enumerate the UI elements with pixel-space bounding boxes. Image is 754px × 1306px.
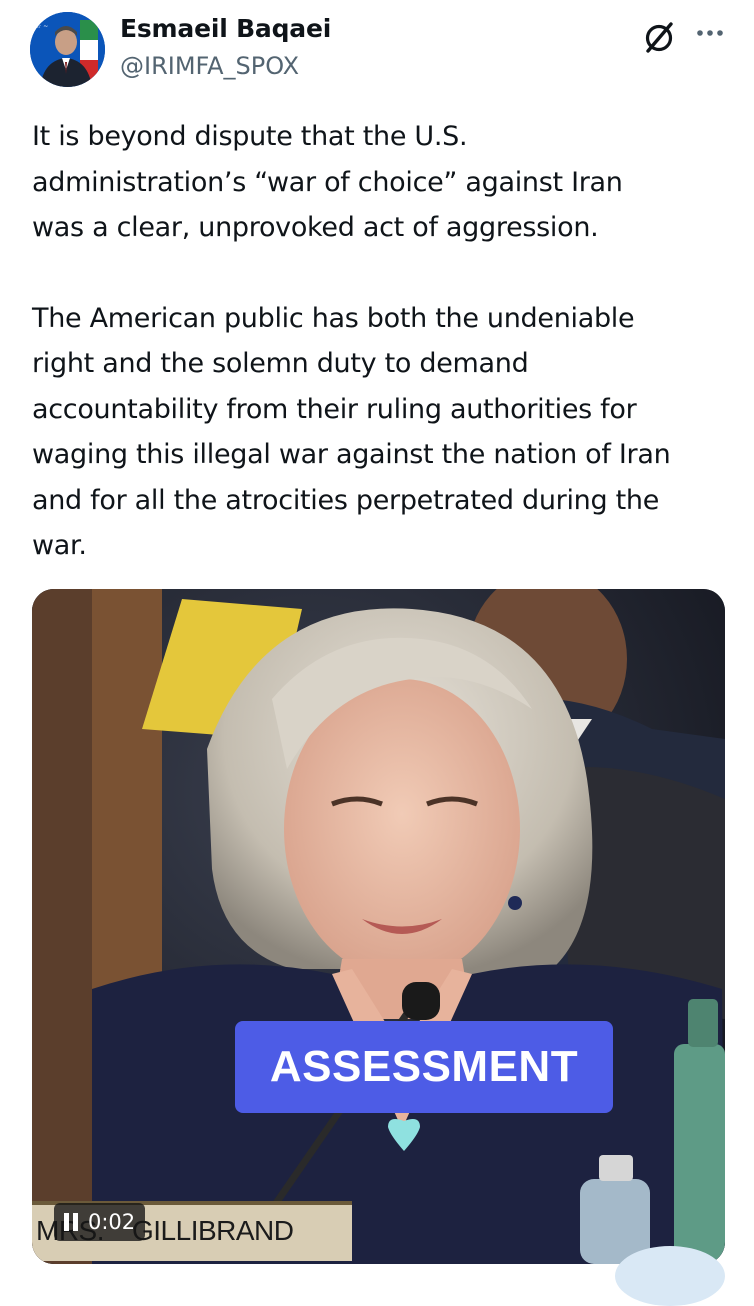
tweet-paragraph-1: It is beyond dispute that the U.S. admin…: [32, 121, 623, 243]
tweet-paragraph-2: The American public has both the undenia…: [32, 302, 671, 562]
nameplate-name: GILLIBRAND: [132, 1215, 294, 1246]
video-player[interactable]: ASSESSMENT MRS. GILLIBRAND 0:02: [32, 589, 725, 1264]
avatar-portrait-icon: ☆ ~: [30, 12, 105, 87]
video-time-label: 0:02: [88, 1210, 136, 1234]
tweet-body: It is beyond dispute that the U.S. admin…: [32, 114, 722, 569]
video-timestamp[interactable]: 0:02: [54, 1203, 146, 1241]
slashed-circle-icon[interactable]: [642, 20, 676, 54]
author-avatar[interactable]: ☆ ~: [30, 12, 105, 87]
floating-action-shadow: [615, 1246, 725, 1306]
video-caption: ASSESSMENT: [235, 1021, 613, 1113]
author-handle[interactable]: @IRIMFA_SPOX: [120, 52, 299, 80]
tweet-header: ☆ ~ Esmaeil Baqaei @IRIMFA_SPOX: [30, 10, 724, 90]
pause-icon[interactable]: [64, 1213, 80, 1231]
author-name[interactable]: Esmaeil Baqaei: [120, 14, 331, 43]
video-frame: [32, 589, 725, 1264]
more-options-icon[interactable]: [690, 18, 730, 48]
svg-text:☆ ~: ☆ ~: [36, 23, 48, 30]
